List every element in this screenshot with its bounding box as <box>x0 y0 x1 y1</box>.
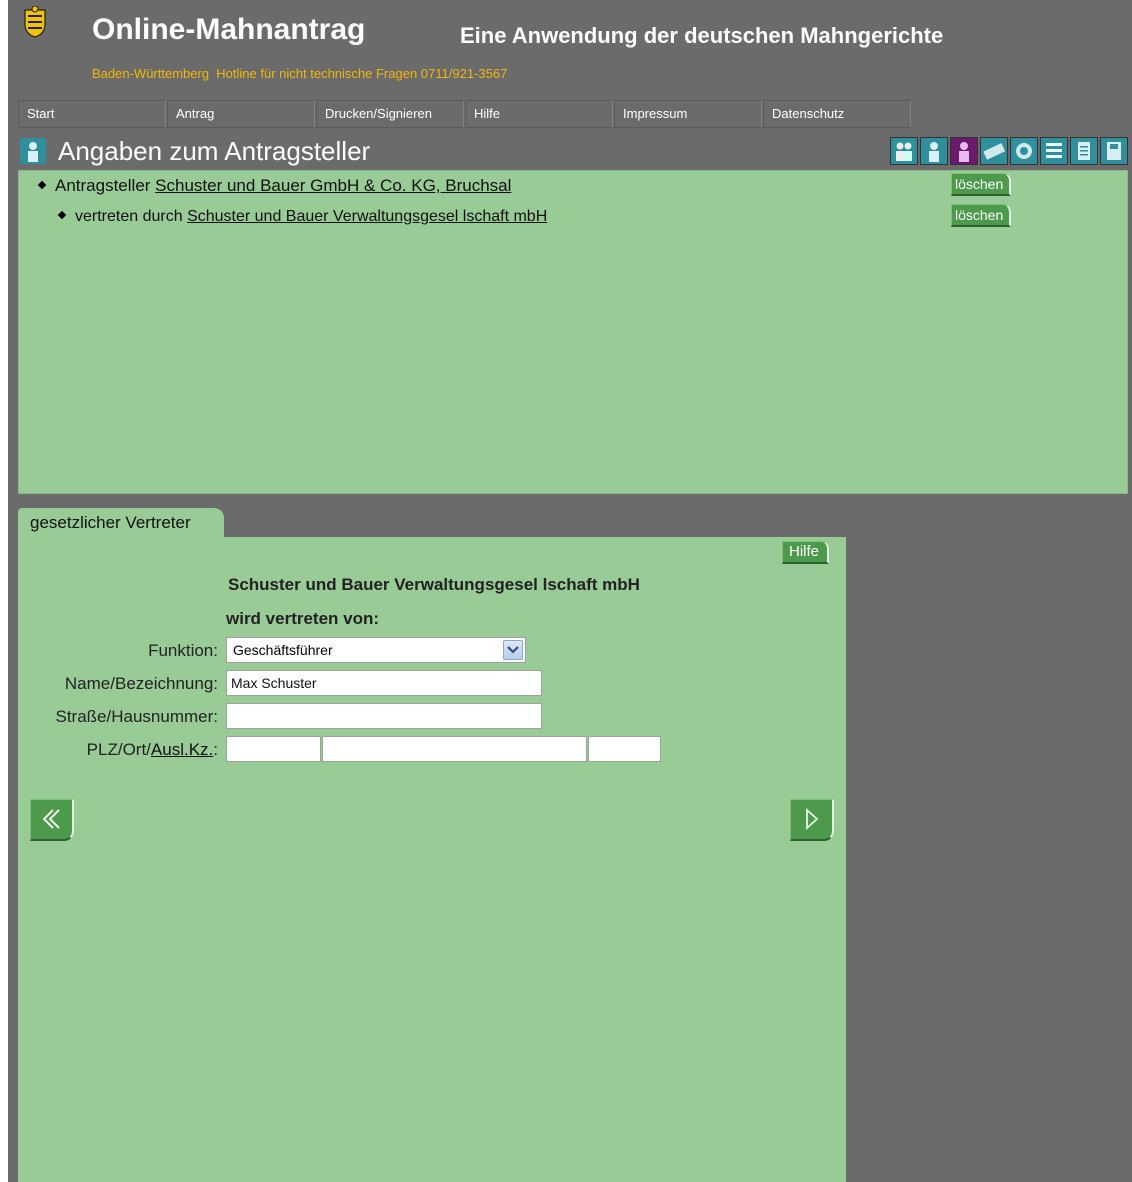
name-label: Name/Bezeichnung: <box>64 674 218 693</box>
funktion-label: Funktion: <box>148 641 218 660</box>
nav-hilfe[interactable]: Hilfe <box>465 100 613 128</box>
toolbar <box>890 137 1128 165</box>
state-name: Baden-Württemberg <box>92 66 210 81</box>
document-icon[interactable] <box>1070 137 1098 165</box>
next-button[interactable] <box>790 799 834 841</box>
list-icon[interactable] <box>1040 137 1068 165</box>
name-input[interactable] <box>226 670 542 696</box>
represented-company-name: Schuster und Bauer Verwaltungsgesel lsch… <box>228 575 640 594</box>
auslkz-link[interactable]: Ausl.Kz. <box>151 740 213 759</box>
double-chevron-left-icon <box>42 809 60 829</box>
funktion-select[interactable]: Geschäftsführer <box>226 637 526 663</box>
vertreter-link[interactable]: Schuster und Bauer Verwaltungsgesel lsch… <box>187 208 547 225</box>
person-purple-icon[interactable] <box>950 137 978 165</box>
person-icon[interactable] <box>920 137 948 165</box>
delete-vertreter-button[interactable]: löschen <box>951 204 1012 227</box>
app-title: Online-Mahnantrag <box>92 13 366 46</box>
coins-icon[interactable] <box>1010 137 1038 165</box>
street-input[interactable] <box>226 703 542 729</box>
nav-impressum[interactable]: Impressum <box>614 100 762 128</box>
tab-gesetzlicher-vertreter[interactable]: gesetzlicher Vertreter <box>18 508 224 538</box>
plz-ort-label: PLZ/Ort/Ausl.Kz.: <box>87 740 218 760</box>
represented-by-heading: wird vertreten von: <box>226 609 380 628</box>
bullet-icon <box>57 210 67 220</box>
list-item-prefix: Antragsteller <box>55 176 151 195</box>
money-icon[interactable] <box>980 137 1008 165</box>
nav-antrag[interactable]: Antrag <box>167 100 315 128</box>
section-header: Angaben zum Antragsteller <box>18 134 1128 168</box>
delete-antragsteller-button[interactable]: löschen <box>951 173 1012 196</box>
header: Online-Mahnantrag Eine Anwendung der deu… <box>8 0 1132 96</box>
hotline-text: Hotline für nicht technische Fragen 0711… <box>216 66 508 81</box>
nav-drucken-signieren[interactable]: Drucken/Signieren <box>316 100 464 128</box>
hotline-info: Baden-Württemberg Hotline für nicht tech… <box>92 66 507 82</box>
group-icon[interactable] <box>890 137 918 165</box>
person-icon <box>20 138 46 164</box>
applicant-list: Antragsteller Schuster und Bauer GmbH & … <box>18 170 1128 494</box>
list-item-antragsteller: Antragsteller Schuster und Bauer GmbH & … <box>37 175 511 197</box>
save-icon[interactable] <box>1100 137 1128 165</box>
page-title: Angaben zum Antragsteller <box>58 136 371 166</box>
back-button[interactable] <box>30 799 74 841</box>
nav-start[interactable]: Start <box>18 100 166 128</box>
antragsteller-link[interactable]: Schuster und Bauer GmbH & Co. KG, Bruchs… <box>155 176 511 195</box>
list-item-vertreter: vertreten durch Schuster und Bauer Verwa… <box>57 206 547 228</box>
plz-ort-label-colon: : <box>213 740 218 759</box>
list-item-prefix: vertreten durch <box>75 208 183 225</box>
play-right-icon <box>806 807 819 831</box>
plz-input[interactable] <box>226 736 321 762</box>
app-subtitle: Eine Anwendung der deutschen Mahngericht… <box>460 23 944 48</box>
plz-ort-label-text: PLZ/Ort/ <box>86 740 151 759</box>
app-window: Online-Mahnantrag Eine Anwendung der deu… <box>8 0 1132 1182</box>
ort-input[interactable] <box>322 736 587 762</box>
street-label: Straße/Hausnummer: <box>55 707 219 726</box>
nav-datenschutz[interactable]: Datenschutz <box>763 100 911 128</box>
chevron-down-icon[interactable] <box>503 640 523 660</box>
help-button[interactable]: Hilfe <box>782 541 830 564</box>
crest-icon <box>22 5 48 38</box>
funktion-value: Geschäftsführer <box>233 642 333 658</box>
auslkz-input[interactable] <box>588 736 661 762</box>
bullet-icon <box>37 180 47 189</box>
representative-form: Hilfe Schuster und Bauer Verwaltungsgese… <box>18 537 846 1182</box>
main-nav: Start Antrag Drucken/Signieren Hilfe Imp… <box>18 100 912 128</box>
